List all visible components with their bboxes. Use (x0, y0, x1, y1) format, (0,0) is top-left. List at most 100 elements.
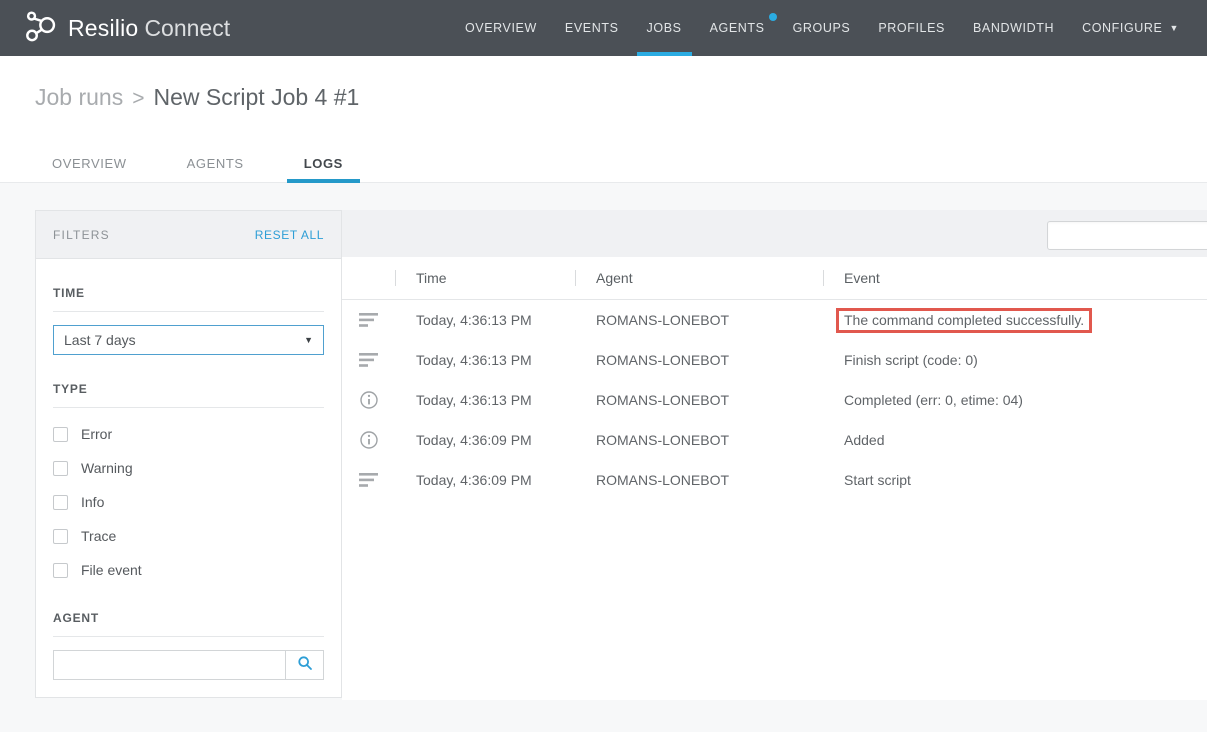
nav-item-label: OVERVIEW (465, 21, 537, 35)
type-option-label: Trace (81, 528, 116, 544)
time-range-value: Last 7 days (64, 332, 304, 348)
active-tab-underline (287, 179, 360, 183)
brand-logo[interactable]: Resilio Connect (0, 9, 230, 48)
type-option-error[interactable]: Error (53, 417, 324, 451)
type-option-warning[interactable]: Warning (53, 451, 324, 485)
log-row[interactable]: Today, 4:36:09 PMROMANS-LONEBOT Added (342, 420, 1207, 460)
log-event: Completed (err: 0, etime: 04) (823, 392, 1207, 408)
log-time: Today, 4:36:13 PM (395, 392, 575, 408)
script-lines-icon (342, 472, 395, 488)
type-option-label: Error (81, 426, 112, 442)
log-agent: ROMANS-LONEBOT (575, 392, 823, 408)
nav-item-overview[interactable]: OVERVIEW (451, 0, 551, 56)
script-lines-icon (342, 312, 395, 328)
divider (53, 407, 324, 408)
log-event: Finish script (code: 0) (823, 352, 1207, 368)
column-header-agent[interactable]: Agent (575, 270, 823, 286)
type-option-info[interactable]: Info (53, 485, 324, 519)
notification-dot (769, 13, 777, 21)
chevron-down-icon: ▼ (304, 335, 313, 345)
agent-filter-label: AGENT (53, 611, 324, 625)
column-header-event[interactable]: Event (823, 270, 1207, 286)
tab-overview[interactable]: OVERVIEW (35, 145, 144, 182)
tab-agents[interactable]: AGENTS (170, 145, 261, 182)
time-filter-label: TIME (53, 286, 324, 300)
nav-item-events[interactable]: EVENTS (551, 0, 633, 56)
log-event: Start script (823, 472, 1207, 488)
nav-item-jobs[interactable]: JOBS (633, 0, 696, 56)
log-agent: ROMANS-LONEBOT (575, 352, 823, 368)
logs-toolbar (342, 210, 1207, 257)
tab-label: LOGS (304, 156, 343, 171)
log-table: TimeAgentEvent Today, 4:36:13 PMROMANS-L… (342, 257, 1207, 700)
nav-item-configure[interactable]: CONFIGURE ▼ (1068, 0, 1193, 56)
active-tab-underline (637, 52, 692, 56)
log-row[interactable]: Today, 4:36:13 PMROMANS-LONEBOT Completed… (342, 380, 1207, 420)
log-table-rows: Today, 4:36:13 PMROMANS-LONEBOTThe comma… (342, 300, 1207, 500)
log-row[interactable]: Today, 4:36:13 PMROMANS-LONEBOT The comma… (342, 300, 1207, 340)
agent-search-button[interactable] (285, 651, 323, 679)
column-header-time[interactable]: Time (395, 270, 575, 286)
log-row[interactable]: Today, 4:36:09 PMROMANS-LONEBOTStart scr… (342, 460, 1207, 500)
filters-panel: FILTERS RESET ALL TIME Last 7 days ▼ TYP… (35, 210, 342, 698)
page-title: New Script Job 4 #1 (153, 84, 359, 110)
resilio-connect-app: Resilio Connect OVERVIEWEVENTSJOBSAGENTS… (0, 0, 1207, 732)
log-event-text: Finish script (code: 0) (844, 352, 978, 368)
type-option-trace[interactable]: Trace (53, 519, 324, 553)
log-agent: ROMANS-LONEBOT (575, 472, 823, 488)
breadcrumb-separator: > (132, 87, 144, 110)
checkbox-icon[interactable] (53, 495, 68, 510)
type-option-file-event[interactable]: File event (53, 553, 324, 587)
nav-item-label: BANDWIDTH (973, 21, 1054, 35)
log-agent: ROMANS-LONEBOT (575, 312, 823, 328)
logs-content: FILTERS RESET ALL TIME Last 7 days ▼ TYP… (0, 183, 1207, 732)
logs-search-input[interactable] (1047, 221, 1207, 250)
job-detail-tabs: OVERVIEW AGENTS LOGS (0, 145, 1207, 183)
log-time: Today, 4:36:09 PM (395, 472, 575, 488)
time-range-select[interactable]: Last 7 days ▼ (53, 325, 324, 355)
breadcrumb: Job runs > New Script Job 4 #1 (0, 56, 1207, 145)
log-time: Today, 4:36:09 PM (395, 432, 575, 448)
divider (53, 636, 324, 637)
filters-title: FILTERS (53, 228, 110, 242)
breadcrumb-parent-link[interactable]: Job runs (35, 84, 123, 110)
nav-item-agents[interactable]: AGENTS (696, 0, 779, 56)
log-event: Added (823, 432, 1207, 448)
tab-label: OVERVIEW (52, 156, 127, 171)
main-nav: OVERVIEW EVENTS JOBS AGENTSGROUPSPROFILES BA… (451, 0, 1207, 56)
log-event-text-highlighted: The command completed successfully. (836, 308, 1092, 333)
checkbox-icon[interactable] (53, 529, 68, 544)
checkbox-icon[interactable] (53, 461, 68, 476)
magnifier-icon (297, 655, 313, 676)
log-agent: ROMANS-LONEBOT (575, 432, 823, 448)
resilio-nodes-icon (24, 9, 68, 48)
script-lines-icon (342, 352, 395, 368)
nav-item-groups[interactable]: GROUPS (779, 0, 865, 56)
top-navbar: Resilio Connect OVERVIEW EVENTS JOBS AGENTS… (0, 0, 1207, 56)
agent-search (53, 650, 324, 680)
checkbox-icon[interactable] (53, 563, 68, 578)
tab-logs[interactable]: LOGS (287, 145, 360, 182)
tab-label: AGENTS (187, 156, 244, 171)
log-time: Today, 4:36:13 PM (395, 352, 575, 368)
nav-item-profiles[interactable]: PROFILES (864, 0, 959, 56)
log-table-header: TimeAgentEvent (342, 257, 1207, 300)
agent-search-input[interactable] (54, 651, 285, 679)
log-event-text: Added (844, 432, 884, 448)
checkbox-icon[interactable] (53, 427, 68, 442)
log-time: Today, 4:36:13 PM (395, 312, 575, 328)
info-icon (342, 430, 395, 450)
log-row[interactable]: Today, 4:36:13 PMROMANS-LONEBOT Finish sc… (342, 340, 1207, 380)
nav-item-bandwidth[interactable]: BANDWIDTH (959, 0, 1068, 56)
reset-all-link[interactable]: RESET ALL (255, 228, 324, 242)
filters-header: FILTERS RESET ALL (36, 211, 341, 259)
brand-name-secondary: Connect (144, 15, 230, 42)
type-filter-label: TYPE (53, 382, 324, 396)
divider (53, 311, 324, 312)
nav-item-label: JOBS (647, 21, 682, 35)
nav-item-label: CONFIGURE (1082, 21, 1162, 35)
type-option-label: Warning (81, 460, 133, 476)
log-event-text: Completed (err: 0, etime: 04) (844, 392, 1023, 408)
nav-item-label: EVENTS (565, 21, 619, 35)
chevron-down-icon: ▼ (1169, 23, 1179, 33)
